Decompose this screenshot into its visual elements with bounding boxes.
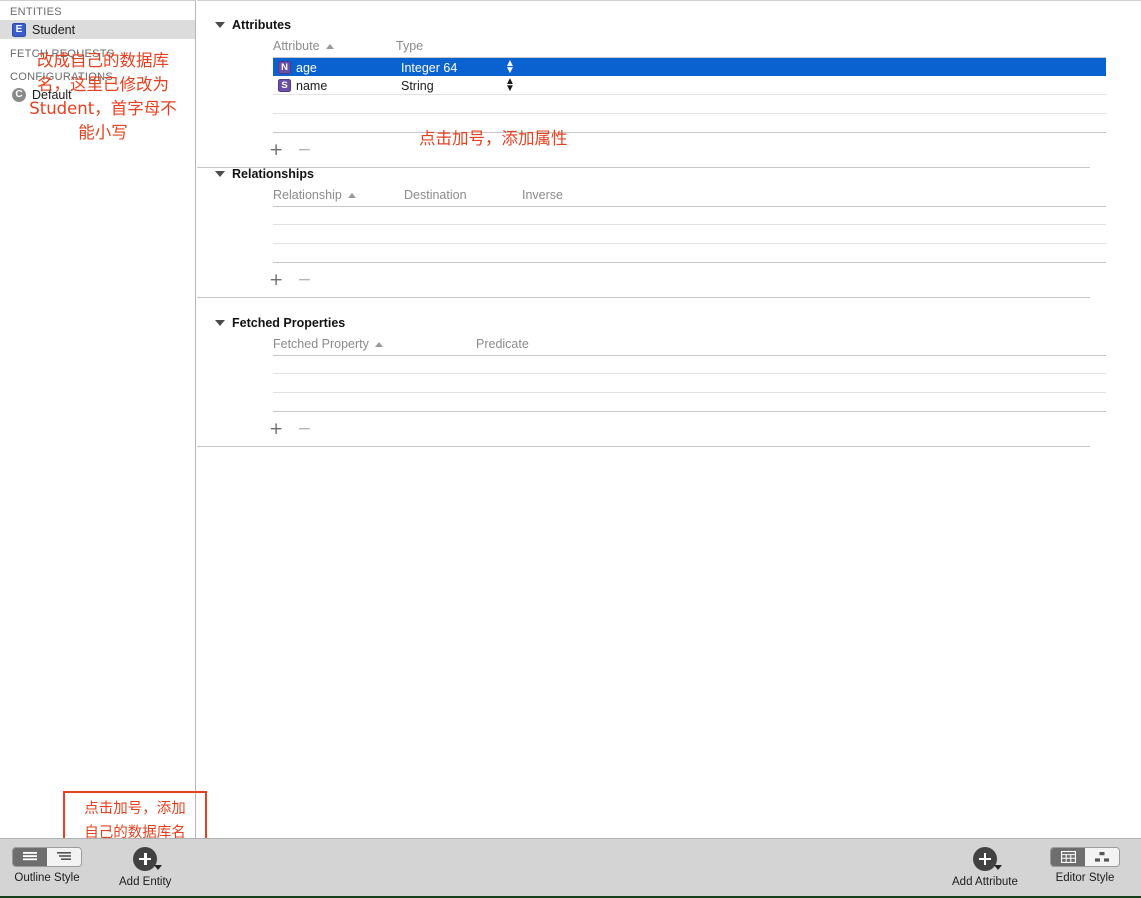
table-empty-row — [273, 374, 1106, 393]
editor-style-label: Editor Style — [1055, 872, 1115, 884]
column-header-inverse[interactable]: Inverse — [522, 184, 563, 206]
attribute-name-value: name — [296, 78, 328, 93]
type-popup-stepper-icon[interactable]: ▲ ▼ — [505, 58, 515, 77]
graph-editor-icon[interactable] — [1085, 848, 1119, 866]
attributes-section: Attributes Attribute Type N age Integer … — [197, 15, 1106, 168]
remove-attribute-minus-button[interactable]: − — [297, 141, 311, 159]
relationships-section-title: Relationships — [232, 167, 314, 181]
chevron-down-icon[interactable] — [993, 865, 1002, 870]
table-empty-row — [273, 206, 1106, 225]
chevron-down-icon[interactable] — [215, 22, 225, 28]
attribute-name-value: age — [296, 60, 317, 75]
table-empty-row — [273, 244, 1106, 263]
table-empty-row — [273, 114, 1106, 133]
add-attribute-plus-button[interactable]: + — [269, 141, 283, 159]
relationships-section-header[interactable]: Relationships — [197, 164, 1106, 184]
add-entity-label: Add Entity — [119, 876, 172, 888]
table-empty-row — [273, 355, 1106, 374]
fetched-properties-table-header: Fetched Property Predicate — [273, 333, 1106, 355]
attributes-button-bar: + − — [197, 133, 1106, 167]
sidebar-section-header-fetch-requests: FETCH REQUESTS — [10, 48, 115, 60]
editor-style-segmented-control[interactable] — [1050, 847, 1120, 867]
remove-fetched-property-minus-button[interactable]: − — [297, 420, 311, 438]
xcode-core-data-model-editor: ENTITIES E Student FETCH REQUESTS CONFIG… — [0, 0, 1141, 898]
relationships-button-bar: + − — [197, 263, 1106, 297]
add-relationship-plus-button[interactable]: + — [269, 271, 283, 289]
relationships-table[interactable]: Relationship Destination Inverse — [273, 184, 1106, 263]
sidebar-item-label: Student — [32, 22, 76, 37]
column-header-destination[interactable]: Destination — [404, 184, 467, 206]
attribute-name-cell[interactable]: S name — [278, 76, 327, 95]
table-empty-row — [273, 393, 1106, 412]
sort-ascending-icon — [374, 341, 383, 347]
attribute-type-value: String — [401, 78, 434, 93]
attributes-section-header[interactable]: Attributes — [197, 15, 1106, 35]
fetched-properties-table[interactable]: Fetched Property Predicate — [273, 333, 1106, 412]
fetched-properties-section-title: Fetched Properties — [232, 316, 346, 330]
outline-style-segmented-control[interactable] — [12, 847, 82, 867]
column-header-attribute[interactable]: Attribute — [273, 35, 334, 57]
add-attribute-control[interactable]: Add Attribute — [952, 847, 1018, 888]
chevron-down-icon[interactable] — [215, 171, 225, 177]
section-divider — [197, 297, 1090, 298]
chevron-down-icon[interactable] — [215, 320, 225, 326]
entity-icon: E — [12, 22, 26, 37]
section-divider — [197, 446, 1090, 447]
attributes-table[interactable]: Attribute Type N age Integer 64 ▲ ▼ S na… — [273, 35, 1106, 133]
column-header-predicate[interactable]: Predicate — [476, 333, 529, 355]
column-header-relationship[interactable]: Relationship — [273, 184, 356, 206]
table-editor-icon[interactable] — [1051, 848, 1085, 866]
table-row[interactable]: N age Integer 64 ▲ ▼ — [273, 57, 1106, 76]
attribute-type-cell[interactable]: Integer 64 — [401, 58, 457, 77]
fetched-properties-section-header[interactable]: Fetched Properties — [197, 313, 1106, 333]
add-fetched-property-plus-button[interactable]: + — [269, 420, 283, 438]
outline-list-icon[interactable] — [13, 848, 47, 866]
attributes-table-header: Attribute Type — [273, 35, 1106, 57]
outline-style-control[interactable]: Outline Style — [12, 847, 82, 884]
add-entity-control[interactable]: Add Entity — [119, 847, 171, 888]
string-type-icon: S — [278, 79, 291, 92]
sidebar-section-header-entities: ENTITIES — [10, 6, 62, 18]
sidebar-item-default-configuration[interactable]: C Default — [0, 85, 195, 104]
remove-relationship-minus-button[interactable]: − — [297, 271, 311, 289]
attributes-section-title: Attributes — [232, 18, 292, 32]
model-outline-sidebar[interactable]: ENTITIES E Student FETCH REQUESTS CONFIG… — [0, 0, 196, 840]
column-header-type[interactable]: Type — [396, 35, 423, 57]
fetched-properties-button-bar: + − — [197, 412, 1106, 446]
column-header-fetched-property[interactable]: Fetched Property — [273, 333, 383, 355]
fetched-properties-section: Fetched Properties Fetched Property Pred… — [197, 313, 1106, 447]
sidebar-item-label: Default — [32, 87, 72, 102]
attribute-name-cell[interactable]: N age — [278, 58, 317, 77]
configuration-icon: C — [12, 87, 26, 102]
relationships-section: Relationships Relationship Destination I… — [197, 164, 1106, 298]
add-attribute-label: Add Attribute — [952, 876, 1018, 888]
editor-style-control[interactable]: Editor Style — [1050, 847, 1120, 884]
table-row[interactable]: S name String ▲ ▼ — [273, 76, 1106, 95]
table-empty-row — [273, 225, 1106, 244]
sidebar-item-student[interactable]: E Student — [0, 20, 195, 39]
sort-ascending-icon — [347, 192, 356, 198]
outline-style-label: Outline Style — [14, 872, 80, 884]
entity-detail-editor: Attributes Attribute Type N age Integer … — [197, 0, 1141, 840]
attribute-type-cell[interactable]: String — [401, 76, 434, 95]
attribute-type-value: Integer 64 — [401, 60, 458, 75]
sidebar-section-header-configurations: CONFIGURATIONS — [10, 71, 113, 83]
outline-flat-icon[interactable] — [47, 848, 81, 866]
chevron-down-icon[interactable] — [154, 865, 163, 870]
number-type-icon: N — [278, 61, 291, 74]
relationships-table-header: Relationship Destination Inverse — [273, 184, 1106, 206]
sort-ascending-icon — [325, 43, 334, 49]
table-empty-row — [273, 95, 1106, 114]
type-popup-stepper-icon[interactable]: ▲ ▼ — [505, 76, 515, 95]
bottom-toolbar: Outline Style Add Entity Add Attribute E… — [0, 838, 1141, 896]
